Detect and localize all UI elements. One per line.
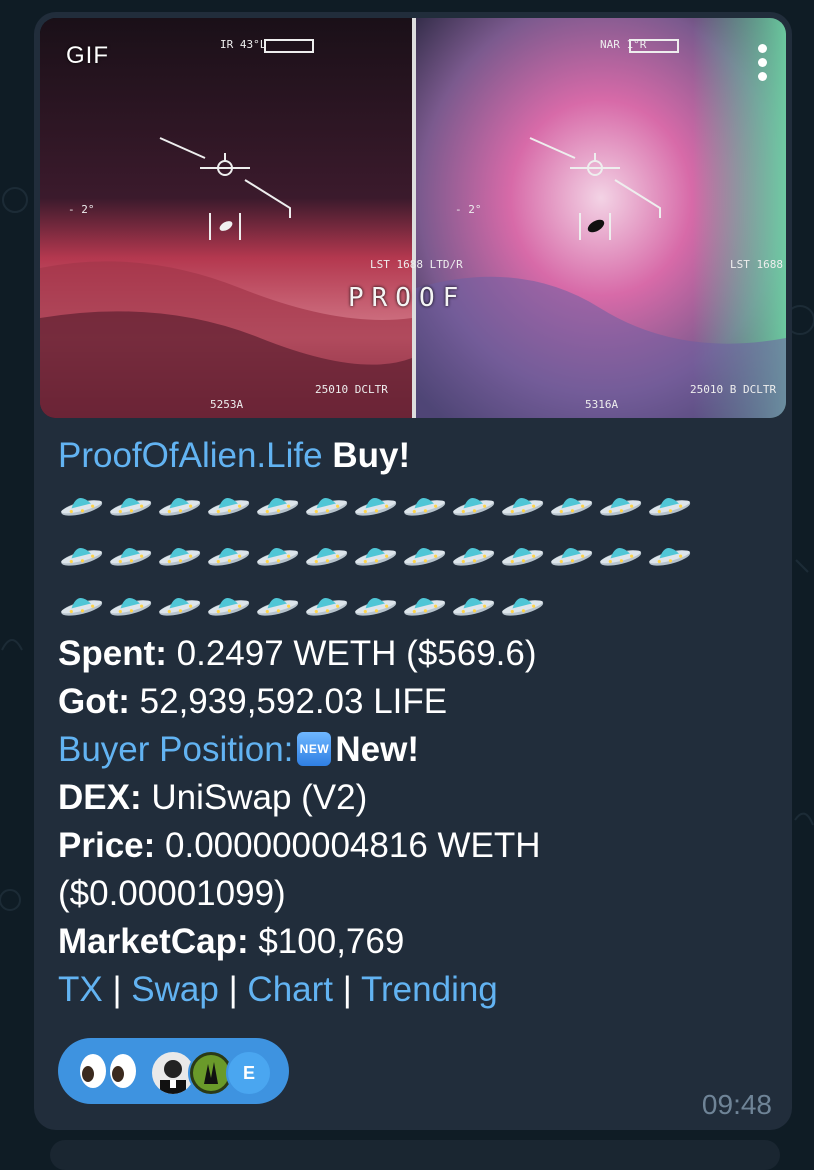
got-line: Got: 52,939,592.03 LIFE [58, 678, 778, 726]
flying-saucer-icon [208, 498, 250, 516]
flying-saucer-icon [110, 598, 152, 616]
svg-text:- 2°: - 2° [68, 203, 95, 216]
svg-text:LST 1688 LTD/R: LST 1688 LTD/R [370, 258, 463, 271]
price-label: Price: [58, 826, 156, 865]
gif-badge: GIF [66, 42, 109, 69]
trending-link[interactable]: Trending [361, 970, 498, 1009]
flying-saucer-icon [159, 498, 201, 516]
flying-saucer-icon [404, 498, 446, 516]
gif-overlay-text: PROOF [348, 283, 467, 313]
price-value: 0.000000004816 WETH [165, 826, 541, 865]
svg-text:LST 1688 1688 LTD/R: LST 1688 1688 LTD/R [730, 258, 786, 271]
flying-saucer-icon [257, 498, 299, 516]
flying-saucer-icon [551, 548, 593, 566]
ufo-emoji-row [58, 580, 778, 630]
flying-saucer-icon [600, 548, 642, 566]
spent-line: Spent: 0.2497 WETH ($569.6) [58, 630, 778, 678]
buyer-position-link[interactable]: Buyer Position: [58, 730, 293, 769]
flying-saucer-icon [649, 498, 691, 516]
ufo-emoji-row [58, 480, 778, 530]
flying-saucer-icon [61, 598, 103, 616]
reactor-avatar[interactable]: E [226, 1050, 272, 1096]
token-link[interactable]: ProofOfAlien.Life [58, 436, 323, 475]
flying-saucer-icon [159, 548, 201, 566]
svg-text:25010 B DCLTR: 25010 B DCLTR [690, 383, 776, 396]
new-icon: NEW [297, 731, 332, 766]
ufo-emoji-row [58, 530, 778, 580]
svg-text:NAR 1°R: NAR 1°R [600, 38, 647, 51]
message-bubble: IR 43°L - 2° LST 1688 LTD/R 25010 DCLTR … [34, 12, 792, 1130]
price-usd-line: ($0.00001099) [58, 870, 778, 918]
link-separator: | [342, 970, 352, 1009]
ufo-footage-image: IR 43°L - 2° LST 1688 LTD/R 25010 DCLTR … [40, 18, 786, 418]
dex-line: DEX: UniSwap (V2) [58, 774, 778, 822]
chart-link[interactable]: Chart [247, 970, 333, 1009]
flying-saucer-icon [257, 598, 299, 616]
svg-text:IR 43°L: IR 43°L [220, 38, 267, 51]
flying-saucer-icon [502, 548, 544, 566]
flying-saucer-icon [404, 548, 446, 566]
flying-saucer-icon [306, 598, 348, 616]
flying-saucer-icon [208, 598, 250, 616]
flying-saucer-icon [355, 598, 397, 616]
svg-text:5316A: 5316A [585, 398, 618, 411]
dex-label: DEX: [58, 778, 142, 817]
link-separator: | [228, 970, 238, 1009]
flying-saucer-icon [110, 498, 152, 516]
flying-saucer-icon [208, 548, 250, 566]
tx-link[interactable]: TX [58, 970, 103, 1009]
flying-saucer-icon [453, 598, 495, 616]
more-options-icon[interactable] [758, 44, 768, 86]
gif-media[interactable]: IR 43°L - 2° LST 1688 LTD/R 25010 DCLTR … [40, 18, 786, 418]
svg-text:- 2°: - 2° [455, 203, 482, 216]
eyes-emoji-icon [80, 1054, 136, 1088]
price-line: Price: 0.000000004816 WETH [58, 822, 778, 870]
buyer-position-line: Buyer Position: NEW New! [58, 726, 778, 774]
flying-saucer-icon [306, 498, 348, 516]
marketcap-value: $100,769 [258, 922, 405, 961]
flying-saucer-icon [502, 598, 544, 616]
svg-text:25010 DCLTR: 25010 DCLTR [315, 383, 388, 396]
message-text: ProofOfAlien.Life Buy! Spent: 0.2497 WET… [58, 432, 778, 1014]
buyer-position-value: New! [335, 730, 420, 769]
got-value: 52,939,592.03 LIFE [139, 682, 448, 721]
reaction-pill[interactable]: E [58, 1038, 289, 1104]
title-line: ProofOfAlien.Life Buy! [58, 432, 778, 480]
flying-saucer-icon [649, 548, 691, 566]
spent-value: 0.2497 WETH ($569.6) [176, 634, 537, 673]
flying-saucer-icon [159, 598, 201, 616]
flying-saucer-icon [600, 498, 642, 516]
flying-saucer-icon [110, 548, 152, 566]
svg-text:5253A: 5253A [210, 398, 243, 411]
message-timestamp: 09:48 [701, 1089, 772, 1120]
flying-saucer-icon [61, 548, 103, 566]
input-bar-edge [50, 1140, 780, 1170]
spent-label: Spent: [58, 634, 167, 673]
flying-saucer-icon [355, 548, 397, 566]
flying-saucer-icon [453, 498, 495, 516]
marketcap-line: MarketCap: $100,769 [58, 918, 778, 966]
flying-saucer-icon [257, 548, 299, 566]
flying-saucer-icon [502, 498, 544, 516]
flying-saucer-icon [453, 548, 495, 566]
flying-saucer-icon [551, 498, 593, 516]
link-separator: | [112, 970, 122, 1009]
got-label: Got: [58, 682, 130, 721]
marketcap-label: MarketCap: [58, 922, 249, 961]
action-text: Buy! [332, 436, 411, 475]
flying-saucer-icon [306, 548, 348, 566]
ufo-emoji-block [58, 480, 778, 630]
links-line: TX | Swap | Chart | Trending [58, 966, 778, 1014]
swap-link[interactable]: Swap [131, 970, 219, 1009]
flying-saucer-icon [404, 598, 446, 616]
dex-value: UniSwap (V2) [151, 778, 368, 817]
price-usd: ($0.00001099) [58, 874, 286, 913]
flying-saucer-icon [355, 498, 397, 516]
flying-saucer-icon [61, 498, 103, 516]
